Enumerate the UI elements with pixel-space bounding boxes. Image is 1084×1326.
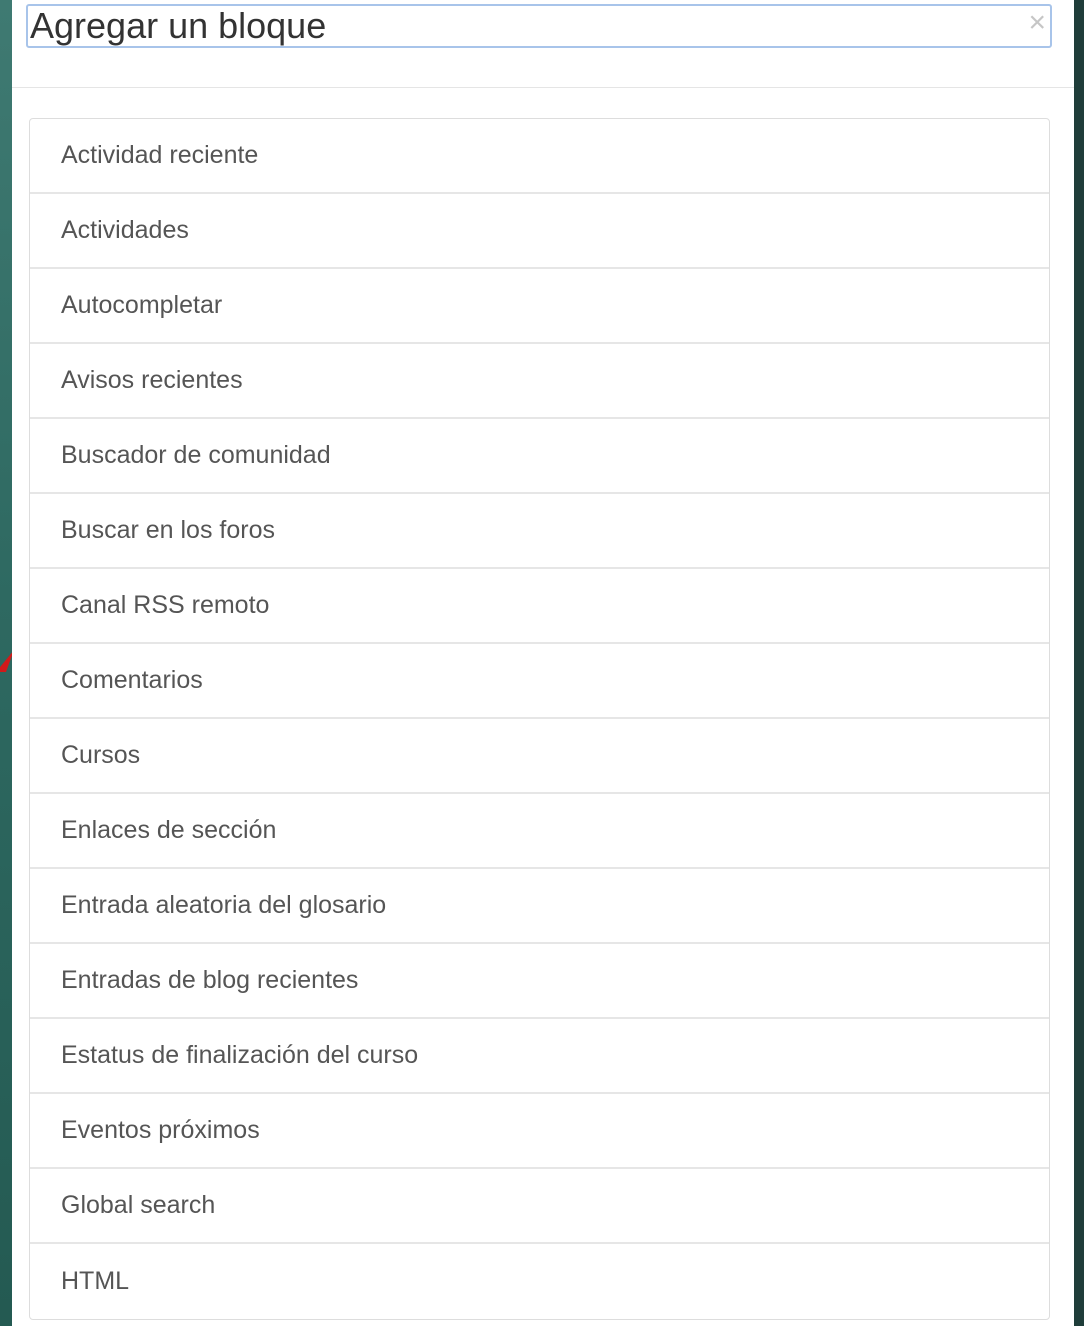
block-item-actividad-reciente[interactable]: Actividad reciente	[30, 119, 1049, 194]
block-item-eventos-proximos[interactable]: Eventos próximos	[30, 1094, 1049, 1169]
block-item-buscador-de-comunidad[interactable]: Buscador de comunidad	[30, 419, 1049, 494]
block-item-canal-rss-remoto[interactable]: Canal RSS remoto	[30, 569, 1049, 644]
block-item-comentarios[interactable]: Comentarios	[30, 644, 1049, 719]
block-item-autocompletar[interactable]: Autocompletar	[30, 269, 1049, 344]
block-list: Actividad reciente Actividades Autocompl…	[29, 118, 1050, 1320]
modal-title-focus-box: Agregar un bloque ×	[26, 4, 1052, 48]
block-item-actividades[interactable]: Actividades	[30, 194, 1049, 269]
block-item-entrada-aleatoria-del-glosario[interactable]: Entrada aleatoria del glosario	[30, 869, 1049, 944]
block-item-html[interactable]: HTML	[30, 1244, 1049, 1319]
block-item-cursos[interactable]: Cursos	[30, 719, 1049, 794]
block-item-buscar-en-los-foros[interactable]: Buscar en los foros	[30, 494, 1049, 569]
block-item-estatus-de-finalizacion-del-curso[interactable]: Estatus de finalización del curso	[30, 1019, 1049, 1094]
block-item-enlaces-de-seccion[interactable]: Enlaces de sección	[30, 794, 1049, 869]
block-item-avisos-recientes[interactable]: Avisos recientes	[30, 344, 1049, 419]
close-icon[interactable]: ×	[1028, 6, 1046, 40]
add-block-modal: Agregar un bloque × Actividad reciente A…	[12, 0, 1074, 1326]
modal-title: Agregar un bloque	[30, 5, 327, 46]
block-item-global-search[interactable]: Global search	[30, 1169, 1049, 1244]
modal-header: Agregar un bloque ×	[12, 0, 1074, 88]
block-item-entradas-de-blog-recientes[interactable]: Entradas de blog recientes	[30, 944, 1049, 1019]
page-backdrop-edge	[1074, 0, 1084, 1326]
